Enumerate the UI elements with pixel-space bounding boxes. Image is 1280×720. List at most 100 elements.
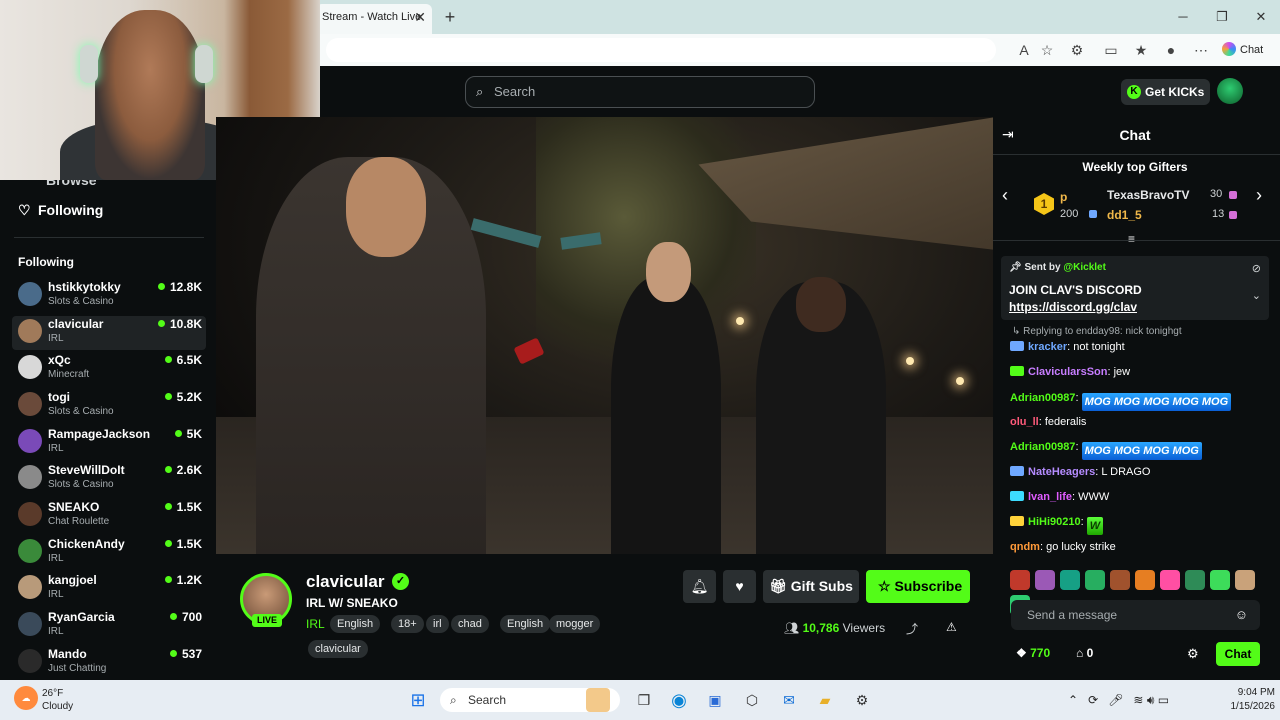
emote-icon[interactable] <box>1085 570 1105 590</box>
profile-icon[interactable]: ● <box>1161 40 1181 60</box>
store-icon[interactable]: ▣ <box>703 688 727 712</box>
sidebar-channel-sneako[interactable]: SNEAKO Chat Roulette 1.5K <box>12 499 206 533</box>
kicks-balance[interactable]: ❖ 770 <box>1016 646 1050 660</box>
close-tab-icon[interactable]: ✕ <box>414 4 426 30</box>
sidebar-channel-togi[interactable]: togi Slots & Casino 5.2K <box>12 389 206 423</box>
notification-bell-button[interactable]: 🔔︎ <box>683 570 716 603</box>
more-menu-icon[interactable]: ⋯ <box>1191 40 1211 60</box>
system-tray[interactable]: ⌃ ⟳ 🎤︎ ≋ 🔊︎ ▭ <box>1068 688 1169 712</box>
stream-tag[interactable]: clavicular <box>308 640 368 658</box>
split-screen-icon[interactable]: ▭ <box>1101 40 1121 60</box>
emote-icon[interactable] <box>1210 570 1230 590</box>
emote-icon[interactable] <box>1010 570 1030 590</box>
emote-icon[interactable] <box>1035 570 1055 590</box>
chat-username[interactable]: Adrian00987 <box>1010 392 1075 404</box>
windows-start-icon[interactable]: ⊞ <box>406 688 430 712</box>
weather-icon[interactable]: ☁ <box>14 686 38 710</box>
chat-username[interactable]: qndm <box>1010 541 1040 553</box>
chat-username[interactable]: kracker <box>1028 341 1067 353</box>
get-kicks-button[interactable]: K Get KICKs <box>1121 79 1210 105</box>
chat-message[interactable]: HiHi90210: W <box>1010 512 1270 535</box>
sidebar-channel-kangjoel[interactable]: kangjoel IRL 1.2K <box>12 572 206 606</box>
follow-heart-button[interactable]: ♥ <box>723 570 756 603</box>
chat-message[interactable]: NateHeagers: L DRAGO <box>1010 462 1270 482</box>
stream-tag[interactable]: English <box>330 615 381 633</box>
pinned-message[interactable]: 📌︎ Sent by @Kicklet ⊘ JOIN CLAV'S DISCOR… <box>1001 256 1269 320</box>
emote-icon[interactable] <box>1235 570 1255 590</box>
sidebar-channel-clavicular[interactable]: clavicular IRL 10.8K <box>12 316 206 350</box>
chat-message[interactable]: kracker: not tonight <box>1010 337 1270 357</box>
send-chat-button[interactable]: Chat <box>1216 642 1260 666</box>
stream-category-link[interactable]: IRL <box>306 617 325 631</box>
chat-username[interactable]: NateHeagers <box>1028 466 1095 478</box>
sidebar-item-following[interactable]: ♡ Following <box>18 200 103 220</box>
chat-message[interactable]: olu_ll: federalis <box>1010 412 1270 432</box>
sidebar-channel-xqc[interactable]: xQc Minecraft 6.5K <box>12 352 206 386</box>
report-icon[interactable]: ⚠ <box>946 620 957 634</box>
subscribe-button[interactable]: ☆ Subscribe <box>866 570 970 603</box>
chat-message[interactable]: qndm: go lucky strike <box>1010 537 1270 557</box>
gifter-name[interactable]: TexasBravoTV <box>1107 188 1189 202</box>
sidebar-channel-hstikkytokky[interactable]: hstikkytokky Slots & Casino 12.8K <box>12 279 206 313</box>
pinned-link[interactable]: https://discord.gg/clav <box>1009 300 1137 314</box>
address-field[interactable] <box>326 38 996 62</box>
chat-message[interactable]: Adrian00987: MOG MOG MOG MOG <box>1010 437 1270 460</box>
read-aloud-icon[interactable]: A <box>1014 40 1034 60</box>
app-icon[interactable]: ⬡ <box>740 688 764 712</box>
microphone-icon[interactable]: 🎤︎ <box>1108 693 1123 707</box>
chat-username[interactable]: Adrian00987 <box>1010 441 1075 453</box>
stream-tag[interactable]: irl <box>426 615 449 633</box>
file-explorer-icon[interactable]: ▰ <box>813 688 837 712</box>
favorite-star-icon[interactable]: ☆ <box>1037 40 1057 60</box>
search-input[interactable]: ⌕ Search <box>465 76 815 108</box>
chat-message-input[interactable]: Send a message ☺ <box>1011 600 1260 630</box>
gift-subs-button[interactable]: 🎁︎ Gift Subs <box>763 570 859 603</box>
chevron-down-icon[interactable]: ⌄ <box>1252 289 1261 302</box>
emote-icon[interactable] <box>1060 570 1080 590</box>
browser-tab[interactable]: Stream - Watch Live ✕ <box>316 4 432 34</box>
chat-username[interactable]: ClavicularsSon <box>1028 366 1107 378</box>
chat-message[interactable]: Adrian00987: MOG MOG MOG MOG MOG <box>1010 388 1270 411</box>
video-player[interactable] <box>216 117 993 554</box>
gifter-name[interactable]: dd1_5 <box>1107 208 1142 222</box>
outlook-icon[interactable]: ✉ <box>777 688 801 712</box>
sidebar-channel-stevewilldoit[interactable]: SteveWillDoIt Slots & Casino 2.6K <box>12 462 206 496</box>
settings-app-icon[interactable]: ⚙ <box>850 688 874 712</box>
maximize-icon[interactable]: ❐ <box>1207 6 1237 28</box>
weather-widget[interactable]: 26°F Cloudy <box>42 687 73 713</box>
refresh-icon[interactable]: ⟳ <box>1088 693 1098 707</box>
sidebar-channel-chickenandy[interactable]: ChickenAndy IRL 1.5K <box>12 536 206 570</box>
taskbar-clock[interactable]: 9:04 PM 1/15/2026 <box>1215 686 1276 714</box>
user-avatar[interactable] <box>1217 78 1243 104</box>
gifter-name[interactable]: p <box>1060 190 1067 204</box>
chat-username[interactable]: lvan_life <box>1028 491 1072 503</box>
favorites-icon[interactable]: ★ <box>1131 40 1151 60</box>
gear-icon[interactable]: ⚙ <box>1187 646 1199 662</box>
edge-browser-icon[interactable]: ◉ <box>667 688 691 712</box>
emote-icon[interactable] <box>1185 570 1205 590</box>
extensions-icon[interactable]: ⚙ <box>1067 40 1087 60</box>
stream-tag[interactable]: mogger <box>549 615 601 633</box>
hide-eye-icon[interactable]: ⊘ <box>1252 262 1261 275</box>
subs-balance[interactable]: ⌂ 0 <box>1076 646 1093 660</box>
chat-username[interactable]: olu_ll <box>1010 416 1039 428</box>
emoji-icon[interactable]: ☺ <box>1235 600 1248 630</box>
emote-icon[interactable] <box>1135 570 1155 590</box>
sidebar-channel-mando[interactable]: Mando Just Chatting 537 <box>12 646 206 680</box>
emote-icon[interactable] <box>1160 570 1180 590</box>
chevron-left-icon[interactable]: ‹ <box>1002 185 1008 206</box>
drag-handle-icon[interactable]: ≡ <box>1128 232 1135 246</box>
chat-username[interactable]: HiHi90210 <box>1028 516 1081 528</box>
volume-icon[interactable]: 🔊︎ <box>1147 693 1155 707</box>
close-window-icon[interactable]: ✕ <box>1246 6 1276 28</box>
chevron-up-icon[interactable]: ⌃ <box>1068 693 1078 707</box>
minimize-icon[interactable]: ─ <box>1168 6 1198 28</box>
chat-message[interactable]: lvan_life: WWW <box>1010 487 1270 507</box>
stream-tag[interactable]: 18+ <box>391 615 424 633</box>
emote-icon[interactable] <box>1110 570 1130 590</box>
stream-tag[interactable]: chad <box>451 615 489 633</box>
sidebar-channel-ryangarcia[interactable]: RyanGarcia IRL 700 <box>12 609 206 643</box>
wifi-icon[interactable]: ≋ <box>1133 693 1143 707</box>
collapse-chat-icon[interactable]: ⇥ <box>1002 125 1020 143</box>
copilot-chat-button[interactable]: Chat <box>1222 40 1274 60</box>
